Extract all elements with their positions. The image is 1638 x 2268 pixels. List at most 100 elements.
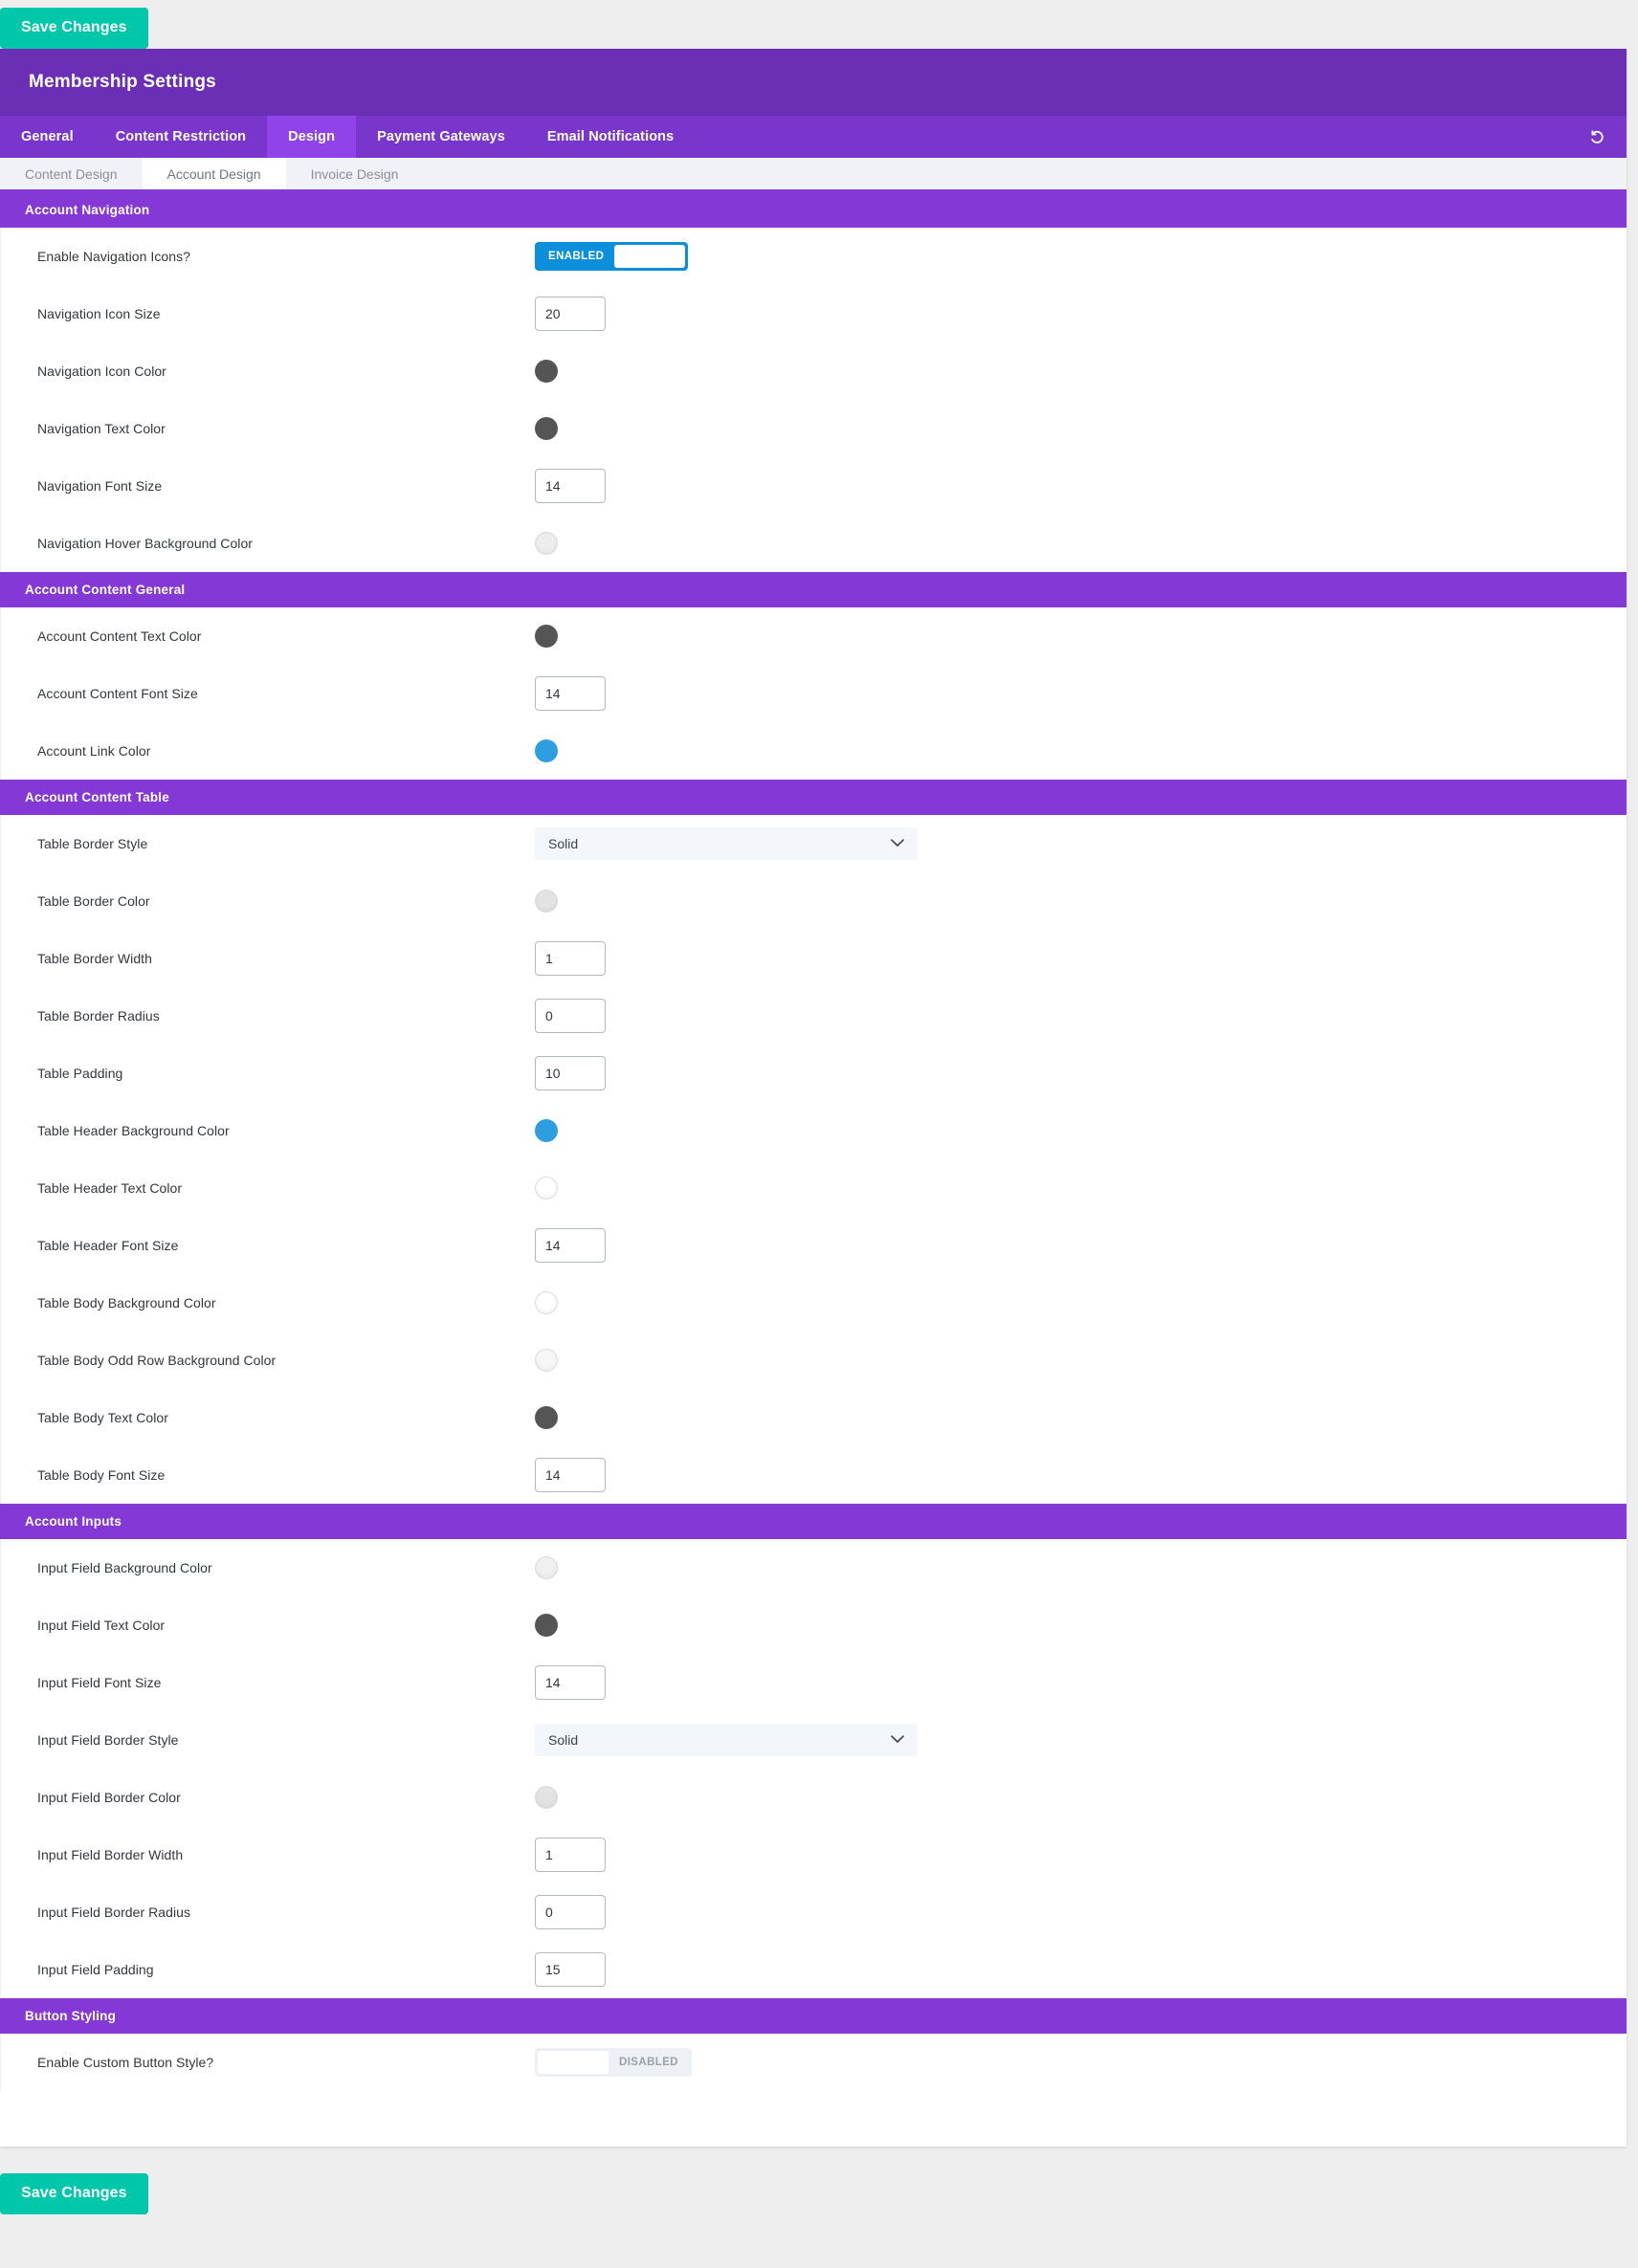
color-swatch-account-content-text-color[interactable] bbox=[535, 625, 558, 648]
setting-label-input-field-padding: Input Field Padding bbox=[37, 1962, 154, 1977]
input-navigation-font-size[interactable] bbox=[535, 469, 606, 503]
setting-label-enable-navigation-icons: Enable Navigation Icons? bbox=[37, 249, 190, 264]
setting-control-table-padding bbox=[535, 1056, 1627, 1090]
color-swatch-table-body-background-color[interactable] bbox=[535, 1291, 558, 1314]
setting-control-input-field-border-color bbox=[535, 1786, 1627, 1809]
setting-control-input-field-background-color bbox=[535, 1556, 1627, 1579]
setting-label-input-field-background-color: Input Field Background Color bbox=[37, 1560, 212, 1575]
color-swatch-input-field-text-color[interactable] bbox=[535, 1614, 558, 1637]
setting-row-enable-navigation-icons: Enable Navigation Icons? ENABLED bbox=[1, 228, 1627, 285]
subtab-content-design[interactable]: Content Design bbox=[0, 158, 143, 189]
section-header-button-styling: Button Styling bbox=[0, 1998, 1627, 2034]
setting-control-account-content-font-size bbox=[535, 676, 1627, 711]
setting-label-account-content-font-size: Account Content Font Size bbox=[37, 686, 198, 701]
setting-label-navigation-font-size: Navigation Font Size bbox=[37, 478, 163, 494]
settings-group: Enable Navigation Icons? ENABLED Navigatio… bbox=[0, 228, 1627, 572]
section-header-account-navigation: Account Navigation bbox=[0, 192, 1627, 228]
setting-label-navigation-text-color: Navigation Text Color bbox=[37, 421, 166, 436]
input-table-body-font-size[interactable] bbox=[535, 1458, 606, 1492]
setting-label-input-field-border-width: Input Field Border Width bbox=[37, 1847, 184, 1862]
toggle-enable-navigation-icons[interactable]: ENABLED bbox=[535, 242, 689, 271]
color-swatch-navigation-text-color[interactable] bbox=[535, 417, 558, 440]
color-swatch-navigation-icon-color[interactable] bbox=[535, 360, 558, 383]
toggle-state-label: ENABLED bbox=[548, 251, 605, 262]
tab-payment-gateways[interactable]: Payment Gateways bbox=[356, 116, 526, 158]
toggle-knob bbox=[538, 2051, 609, 2074]
toggle-state-label: DISABLED bbox=[619, 2057, 678, 2068]
setting-label-table-border-color: Table Border Color bbox=[37, 893, 150, 909]
color-swatch-table-body-odd-row-background-color[interactable] bbox=[535, 1349, 558, 1372]
setting-label-table-border-radius: Table Border Radius bbox=[37, 1008, 160, 1024]
tab-content-restriction[interactable]: Content Restriction bbox=[95, 116, 267, 158]
setting-control-table-border-style: SolidDashedDottedDoubleNone bbox=[535, 827, 1627, 860]
input-input-field-border-radius[interactable] bbox=[535, 1895, 606, 1929]
setting-control-input-field-padding bbox=[535, 1952, 1627, 1987]
setting-row-table-border-color: Table Border Color bbox=[1, 872, 1627, 930]
reset-settings-button[interactable] bbox=[1572, 116, 1627, 158]
color-swatch-navigation-hover-background-color[interactable] bbox=[535, 532, 558, 555]
setting-row-account-link-color: Account Link Color bbox=[1, 722, 1627, 780]
select-wrapper-table-border-style: SolidDashedDottedDoubleNone bbox=[535, 827, 918, 860]
setting-label-table-border-width: Table Border Width bbox=[37, 951, 152, 966]
input-input-field-font-size[interactable] bbox=[535, 1665, 606, 1700]
setting-control-input-field-text-color bbox=[535, 1614, 1627, 1637]
top-save-bar: Save Changes bbox=[0, 0, 1638, 49]
color-swatch-table-body-text-color[interactable] bbox=[535, 1406, 558, 1429]
select-table-border-style[interactable]: SolidDashedDottedDoubleNone bbox=[535, 827, 918, 860]
tab-design[interactable]: Design bbox=[267, 116, 357, 158]
setting-control-table-border-width bbox=[535, 941, 1627, 976]
setting-row-table-body-odd-row-background-color: Table Body Odd Row Background Color bbox=[1, 1332, 1627, 1389]
save-changes-button-top[interactable]: Save Changes bbox=[0, 8, 148, 49]
setting-row-table-border-radius: Table Border Radius bbox=[1, 987, 1627, 1045]
input-table-padding[interactable] bbox=[535, 1056, 606, 1090]
color-swatch-input-field-background-color[interactable] bbox=[535, 1556, 558, 1579]
setting-label-table-body-font-size: Table Body Font Size bbox=[37, 1467, 166, 1483]
color-swatch-table-header-background-color[interactable] bbox=[535, 1119, 558, 1142]
toggle-knob bbox=[614, 245, 686, 268]
color-swatch-account-link-color[interactable] bbox=[535, 739, 558, 762]
subtab-account-design[interactable]: Account Design bbox=[142, 158, 286, 189]
setting-row-navigation-hover-background-color: Navigation Hover Background Color bbox=[1, 515, 1627, 572]
settings-group: Account Content Text Color Account Conten… bbox=[0, 607, 1627, 780]
tab-email-notifications[interactable]: Email Notifications bbox=[526, 116, 695, 158]
toggle-enable-custom-button-style[interactable]: DISABLED bbox=[535, 2048, 692, 2077]
setting-label-table-body-odd-row-background-color: Table Body Odd Row Background Color bbox=[37, 1353, 277, 1368]
color-swatch-table-header-text-color[interactable] bbox=[535, 1177, 558, 1200]
input-input-field-padding[interactable] bbox=[535, 1952, 606, 1987]
input-account-content-font-size[interactable] bbox=[535, 676, 606, 711]
reset-arrow-icon bbox=[1589, 129, 1605, 145]
input-table-border-width[interactable] bbox=[535, 941, 606, 976]
input-table-header-font-size[interactable] bbox=[535, 1228, 606, 1263]
setting-control-navigation-icon-size bbox=[535, 297, 1627, 331]
membership-settings-panel: Membership Settings General Content Restr… bbox=[0, 49, 1627, 2147]
setting-row-navigation-icon-color: Navigation Icon Color bbox=[1, 342, 1627, 400]
setting-label-table-body-text-color: Table Body Text Color bbox=[37, 1410, 168, 1425]
setting-row-table-padding: Table Padding bbox=[1, 1045, 1627, 1102]
select-input-field-border-style[interactable]: SolidDashedDottedDoubleNone bbox=[535, 1724, 918, 1756]
setting-control-input-field-border-width bbox=[535, 1838, 1627, 1872]
save-changes-button-bottom[interactable]: Save Changes bbox=[0, 2173, 148, 2214]
setting-label-navigation-icon-color: Navigation Icon Color bbox=[37, 363, 166, 379]
setting-control-input-field-border-radius bbox=[535, 1895, 1627, 1929]
setting-label-navigation-hover-background-color: Navigation Hover Background Color bbox=[37, 536, 253, 551]
setting-label-table-border-style: Table Border Style bbox=[37, 836, 148, 851]
setting-control-table-border-color bbox=[535, 890, 1627, 913]
setting-row-input-field-background-color: Input Field Background Color bbox=[1, 1539, 1627, 1596]
subtab-invoice-design[interactable]: Invoice Design bbox=[286, 158, 424, 189]
input-table-border-radius[interactable] bbox=[535, 999, 606, 1033]
tab-general[interactable]: General bbox=[0, 116, 95, 158]
section-header-account-content-table: Account Content Table bbox=[0, 780, 1627, 815]
setting-row-input-field-font-size: Input Field Font Size bbox=[1, 1654, 1627, 1711]
primary-tab-bar: General Content Restriction Design Payment … bbox=[0, 116, 1627, 158]
setting-control-table-body-background-color bbox=[535, 1291, 1627, 1314]
color-swatch-input-field-border-color[interactable] bbox=[535, 1786, 558, 1809]
setting-row-table-body-text-color: Table Body Text Color bbox=[1, 1389, 1627, 1446]
input-navigation-icon-size[interactable] bbox=[535, 297, 606, 331]
setting-control-table-header-font-size bbox=[535, 1228, 1627, 1263]
setting-row-input-field-border-radius: Input Field Border Radius bbox=[1, 1883, 1627, 1941]
setting-control-table-header-text-color bbox=[535, 1177, 1627, 1200]
setting-row-table-body-background-color: Table Body Background Color bbox=[1, 1274, 1627, 1332]
input-input-field-border-width[interactable] bbox=[535, 1838, 606, 1872]
setting-control-navigation-text-color bbox=[535, 417, 1627, 440]
color-swatch-table-border-color[interactable] bbox=[535, 890, 558, 913]
